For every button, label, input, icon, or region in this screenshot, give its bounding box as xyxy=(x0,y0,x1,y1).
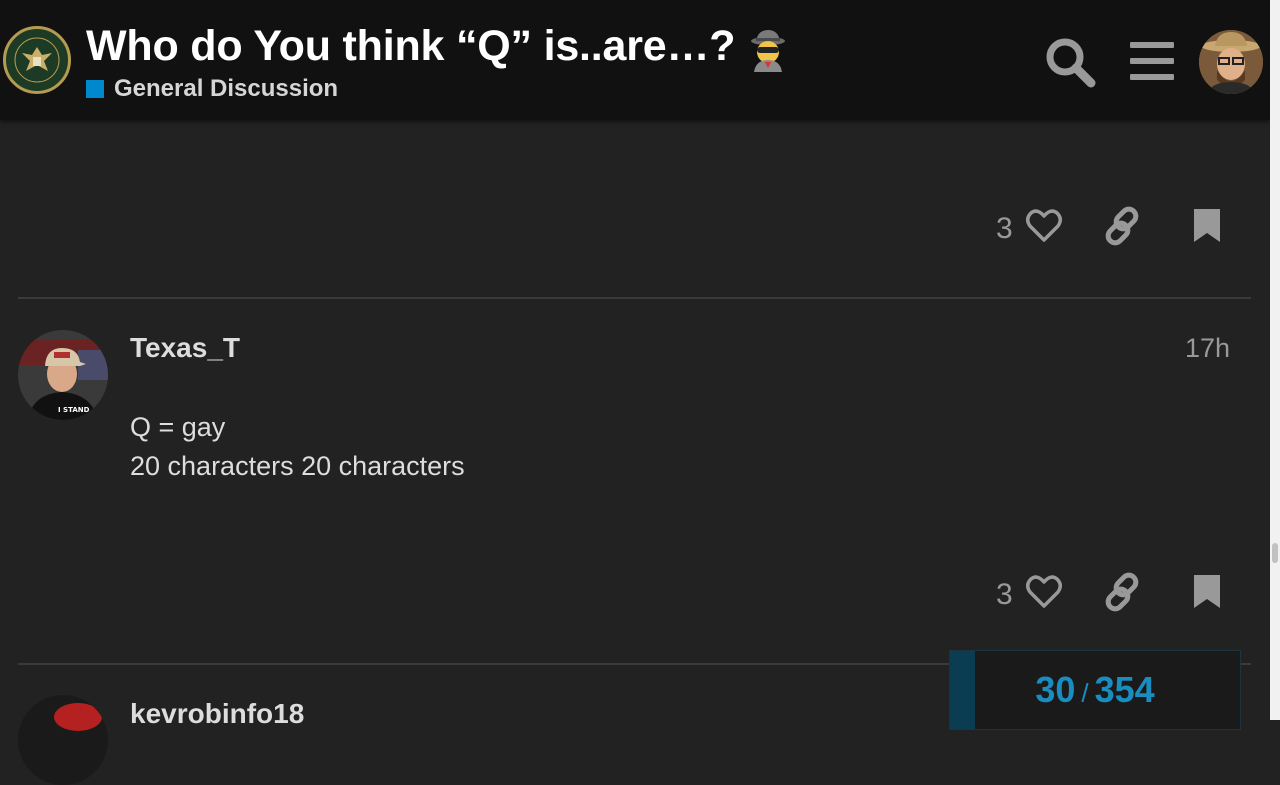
topic-title[interactable]: Who do You think “Q” is..are…? xyxy=(86,22,736,71)
post-author-avatar[interactable] xyxy=(18,695,108,785)
bookmark-button[interactable] xyxy=(1192,572,1222,612)
detective-emoji-icon xyxy=(748,28,788,72)
timeline-position: 30/354 xyxy=(950,669,1240,711)
link-icon xyxy=(1105,572,1139,612)
post-username[interactable]: Texas_T xyxy=(130,332,240,364)
page-scrollbar[interactable] xyxy=(1270,0,1280,720)
post-text-line: Q = gay xyxy=(130,412,226,442)
bookmark-icon xyxy=(1194,209,1220,242)
post-divider xyxy=(18,297,1251,299)
eagle-seal-icon xyxy=(8,31,66,89)
hamburger-menu-button[interactable] xyxy=(1124,34,1180,90)
post-actions: 3 xyxy=(996,572,1256,616)
post-author-avatar[interactable]: I STAND xyxy=(18,330,108,420)
site-header: Who do You think “Q” is..are…? General D… xyxy=(0,0,1270,120)
heart-icon xyxy=(1026,575,1062,608)
scrollbar-thumb[interactable] xyxy=(1272,543,1278,563)
share-link-button[interactable] xyxy=(1104,572,1144,612)
category-label: General Discussion xyxy=(114,75,339,102)
like-count[interactable]: 3 xyxy=(996,212,1013,246)
bookmark-button[interactable] xyxy=(1192,206,1222,246)
category-color-swatch xyxy=(86,80,104,98)
heart-icon xyxy=(1026,209,1062,242)
user-photo xyxy=(18,695,108,785)
post-actions: 3 xyxy=(996,206,1256,250)
like-button[interactable] xyxy=(1026,572,1062,612)
hamburger-icon xyxy=(1130,42,1174,80)
user-photo xyxy=(1199,30,1263,94)
category-badge[interactable]: General Discussion xyxy=(86,74,338,104)
like-count[interactable]: 3 xyxy=(996,578,1013,612)
svg-text:I STAND: I STAND xyxy=(58,406,90,414)
share-link-button[interactable] xyxy=(1104,206,1144,246)
current-user-avatar[interactable] xyxy=(1199,30,1263,94)
bookmark-icon xyxy=(1194,575,1220,608)
post-timestamp[interactable]: 17h xyxy=(1150,333,1230,364)
user-photo: I STAND xyxy=(18,330,108,420)
like-button[interactable] xyxy=(1026,206,1062,246)
search-button[interactable] xyxy=(1042,34,1098,90)
site-logo[interactable] xyxy=(3,26,71,94)
post-body: Q = gay 20 characters 20 characters xyxy=(130,408,465,486)
link-icon xyxy=(1105,206,1139,246)
search-icon xyxy=(1046,38,1096,88)
post-username[interactable]: kevrobinfo18 xyxy=(130,698,304,730)
post-text-line: 20 characters 20 characters xyxy=(130,451,465,481)
timeline-current: 30 xyxy=(1035,669,1076,710)
timeline-total: 354 xyxy=(1094,669,1155,710)
topic-progress-timeline[interactable]: 30/354 xyxy=(949,650,1241,730)
timeline-separator: / xyxy=(1081,678,1089,708)
